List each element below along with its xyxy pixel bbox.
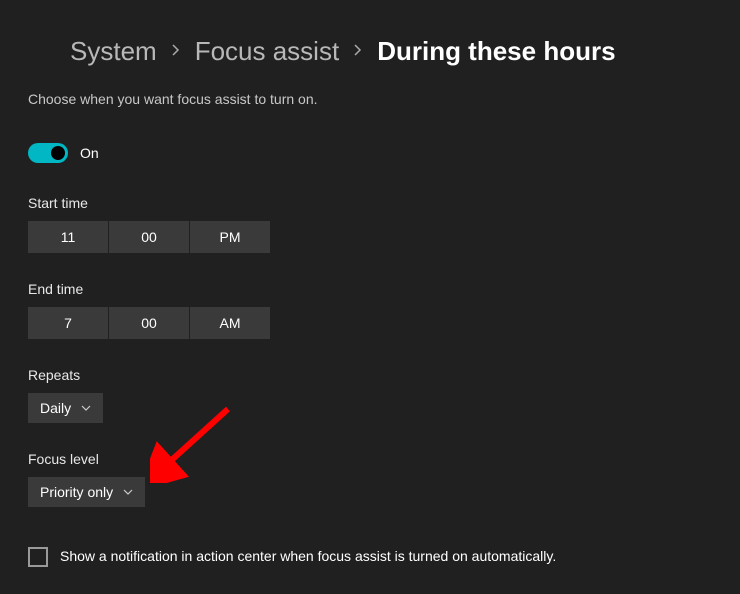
notification-checkbox[interactable] [28, 547, 48, 567]
start-time-label: Start time [28, 195, 712, 211]
toggle-knob [51, 146, 65, 160]
repeats-dropdown[interactable]: Daily [28, 393, 103, 423]
toggle-state-label: On [80, 145, 99, 161]
breadcrumb-focus-assist[interactable]: Focus assist [195, 36, 340, 67]
focus-level-dropdown[interactable]: Priority only [28, 477, 145, 507]
repeats-label: Repeats [28, 367, 712, 383]
chevron-down-icon [123, 487, 133, 498]
page-description: Choose when you want focus assist to tur… [28, 91, 712, 107]
chevron-right-icon [171, 43, 181, 60]
breadcrumb-current: During these hours [377, 36, 615, 67]
breadcrumb: System Focus assist During these hours [70, 36, 712, 67]
notification-checkbox-label: Show a notification in action center whe… [60, 547, 556, 567]
focus-assist-toggle[interactable] [28, 143, 68, 163]
end-time-label: End time [28, 281, 712, 297]
repeats-value: Daily [40, 400, 71, 416]
start-time-hour[interactable]: 11 [28, 221, 108, 253]
start-time-minute[interactable]: 00 [109, 221, 189, 253]
end-time-ampm[interactable]: AM [190, 307, 270, 339]
focus-level-value: Priority only [40, 484, 113, 500]
end-time-minute[interactable]: 00 [109, 307, 189, 339]
chevron-right-icon [353, 43, 363, 60]
start-time-ampm[interactable]: PM [190, 221, 270, 253]
chevron-down-icon [81, 403, 91, 414]
end-time-hour[interactable]: 7 [28, 307, 108, 339]
focus-level-label: Focus level [28, 451, 712, 467]
breadcrumb-system[interactable]: System [70, 36, 157, 67]
